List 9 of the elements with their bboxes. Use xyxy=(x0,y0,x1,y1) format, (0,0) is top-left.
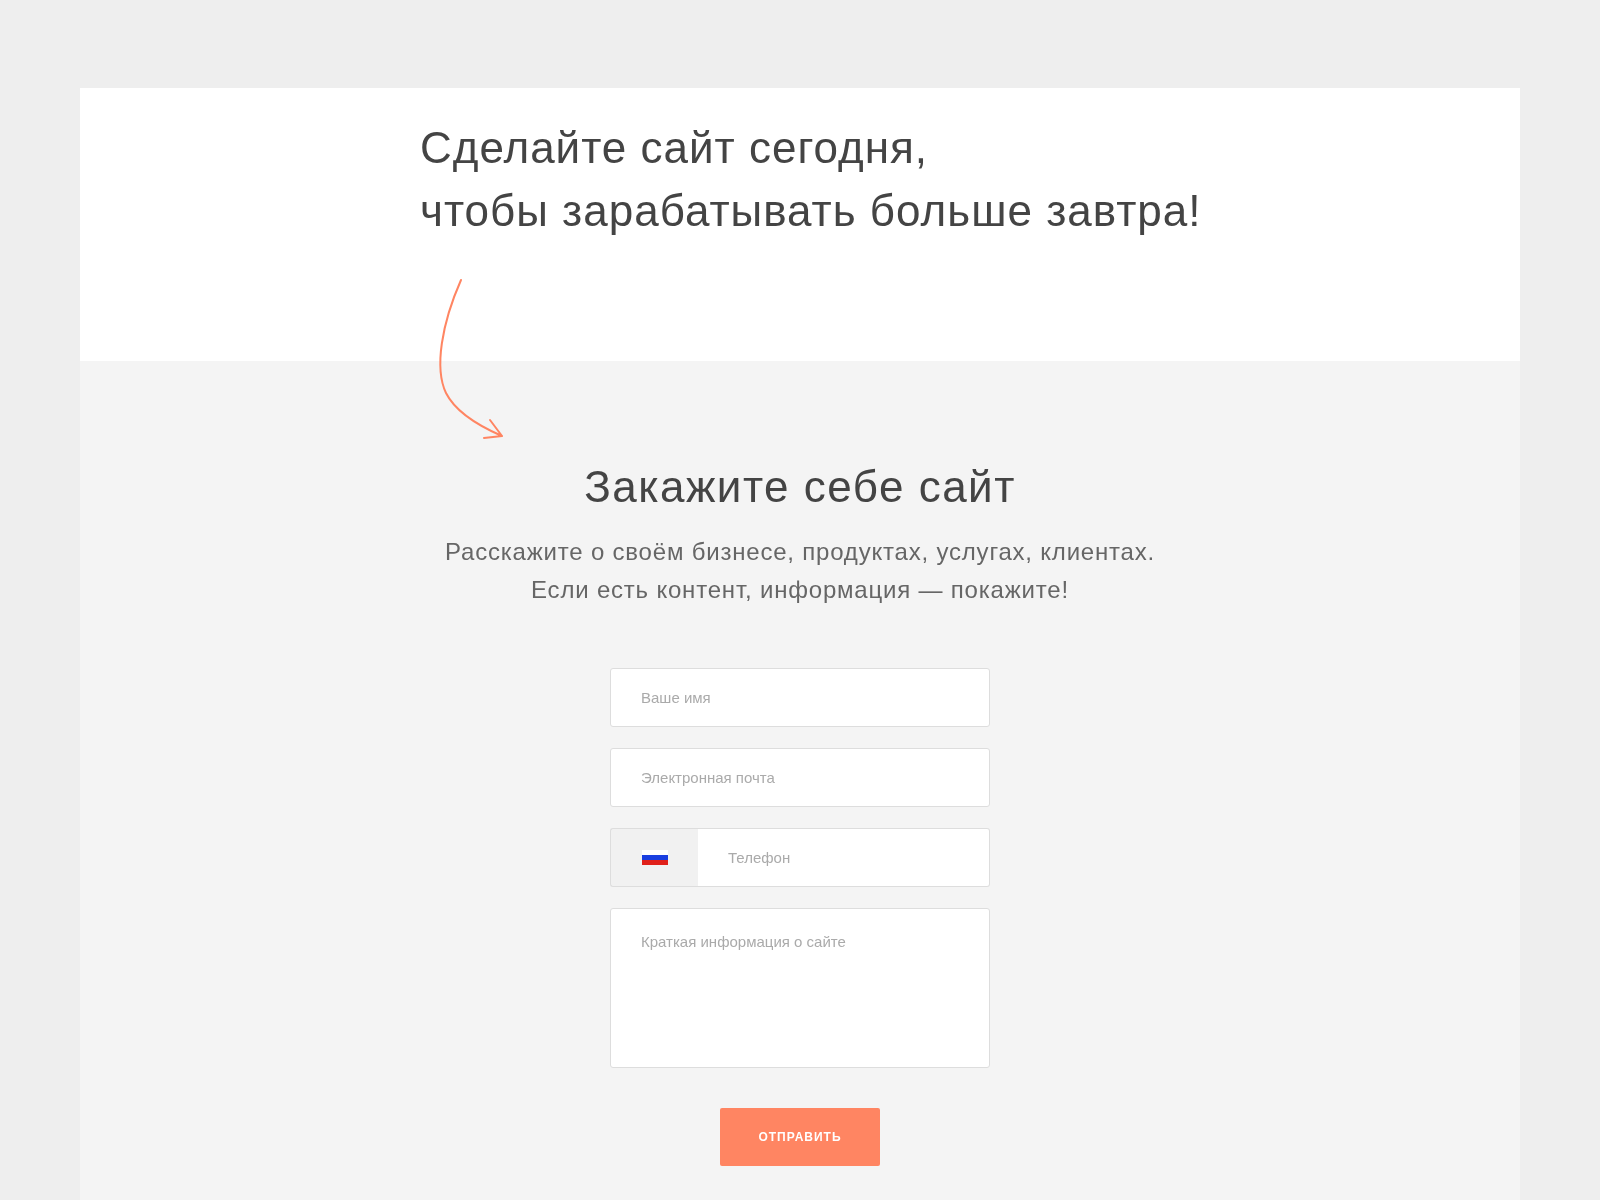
email-field[interactable]: Электронная почта xyxy=(610,748,990,807)
form-subtitle: Расскажите о своём бизнесе, продуктах, услугах, клиентах. xyxy=(444,537,1155,567)
message-field[interactable]: Краткая информация о сайте xyxy=(610,908,990,1068)
form-title: Закажите себе сайт xyxy=(584,461,1016,513)
headline: чтобы зарабатывать больше завтра! xyxy=(420,185,1202,237)
form-subtitle: Если есть контент, информация — покажите! xyxy=(531,575,1069,605)
submit-button[interactable]: ОТПРАВИТЬ xyxy=(720,1108,880,1166)
name-field[interactable]: Ваше имя xyxy=(610,668,990,727)
headline: Сделайте сайт сегодня, xyxy=(420,122,929,174)
